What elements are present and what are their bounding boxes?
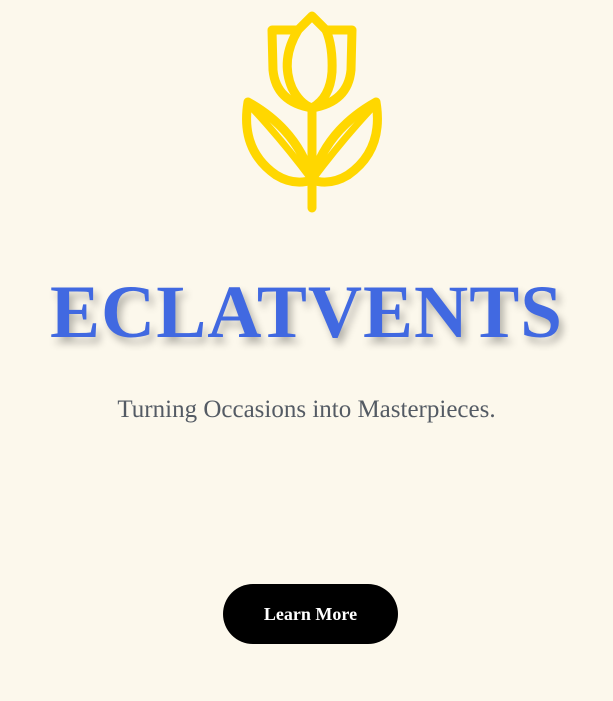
learn-more-button[interactable]: Learn More bbox=[223, 584, 398, 644]
tulip-icon bbox=[240, 10, 385, 215]
landing-page: ECLATVENTS Turning Occasions into Master… bbox=[0, 0, 613, 701]
brand-title: ECLATVENTS bbox=[50, 271, 563, 354]
tagline: Turning Occasions into Masterpieces. bbox=[117, 396, 496, 423]
